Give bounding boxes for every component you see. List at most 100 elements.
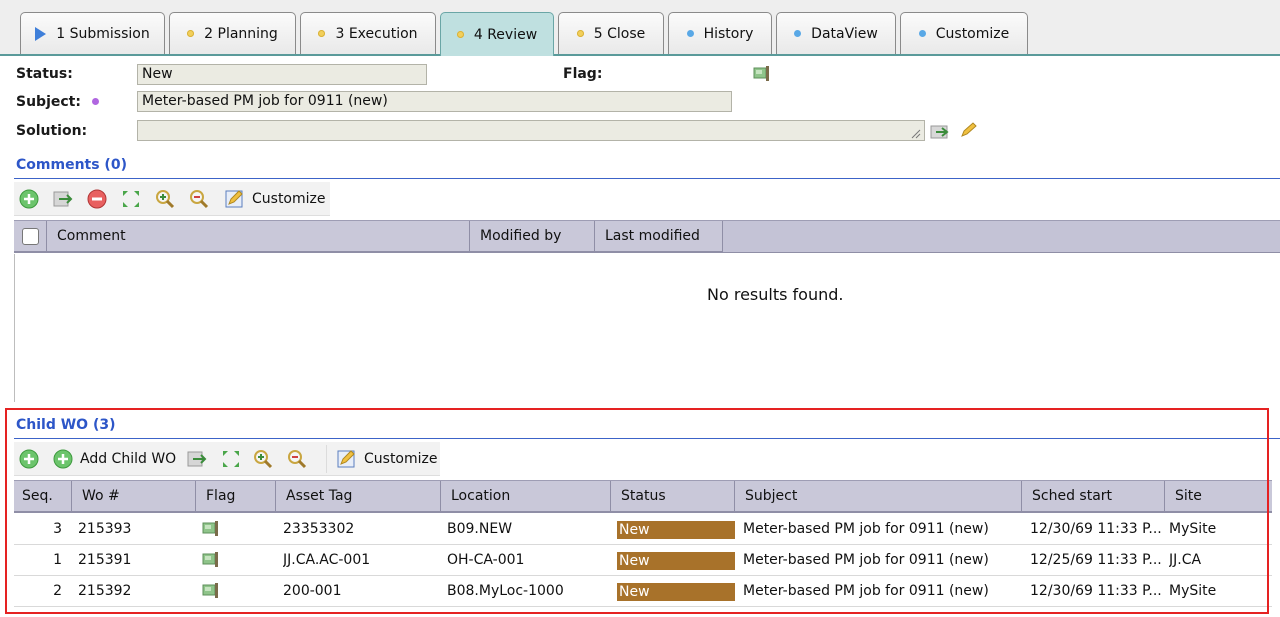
- tab-dataview[interactable]: DataView: [776, 12, 896, 54]
- column-header[interactable]: Location: [441, 481, 611, 512]
- zoom-out-icon[interactable]: [188, 188, 210, 210]
- resize-grip-icon[interactable]: [911, 129, 921, 139]
- flag-icon[interactable]: [202, 521, 220, 536]
- flag-icon[interactable]: [753, 66, 771, 81]
- child-wo-toolbar: Add Child WO Customize: [14, 442, 440, 476]
- no-results-message: No results found.: [707, 285, 844, 304]
- zoom-in-icon[interactable]: [154, 188, 176, 210]
- site-cell: MySite: [1169, 583, 1217, 599]
- seq-cell: 3: [53, 521, 62, 537]
- tab-customize[interactable]: Customize: [900, 12, 1028, 54]
- select-all-cell: [14, 221, 47, 252]
- tab-close[interactable]: 5 Close: [558, 12, 664, 54]
- expand-icon[interactable]: [220, 448, 242, 470]
- status-field[interactable]: New: [137, 64, 427, 85]
- status-dot-icon: [318, 30, 326, 37]
- add-icon[interactable]: [18, 448, 40, 470]
- tab-planning[interactable]: 2 Planning: [169, 12, 296, 54]
- tab-label: 5 Close: [593, 25, 646, 42]
- location-cell: B09.NEW: [447, 521, 513, 537]
- column-header[interactable]: Asset Tag: [276, 481, 441, 512]
- wo-number-cell[interactable]: 215393: [78, 514, 188, 544]
- status-dot-icon: [918, 30, 926, 37]
- column-header[interactable]: Status: [611, 481, 735, 512]
- customize-icon: [225, 190, 243, 208]
- wo-number-cell[interactable]: 215392: [78, 576, 188, 606]
- column-header[interactable]: Site: [1165, 481, 1272, 512]
- child-wo-customize-button[interactable]: Customize: [336, 446, 442, 472]
- solution-field[interactable]: [137, 120, 925, 141]
- tab-label: 3 Execution: [335, 25, 418, 42]
- column-header[interactable]: Last modified: [595, 221, 723, 252]
- status-dot-icon: [187, 30, 195, 37]
- tab-history[interactable]: History: [668, 12, 772, 54]
- customize-icon: [337, 450, 355, 468]
- flag-icon[interactable]: [202, 552, 220, 567]
- add-icon[interactable]: [18, 188, 40, 210]
- status-dot-icon: [794, 30, 802, 37]
- flag-label: Flag:: [563, 66, 603, 82]
- subject-field[interactable]: Meter-based PM job for 0911 (new): [137, 91, 732, 112]
- tab-submission[interactable]: 1 Submission: [20, 12, 165, 54]
- zoom-out-icon[interactable]: [286, 448, 308, 470]
- tab-label: Customize: [935, 25, 1010, 42]
- add-icon: [53, 449, 73, 469]
- table-row[interactable]: 1 215391 JJ.CA.AC-001 OH-CA-001 New Mete…: [14, 545, 1272, 576]
- column-header[interactable]: Flag: [196, 481, 276, 512]
- site-cell: JJ.CA: [1169, 552, 1202, 568]
- comments-grid-header: Comment Modified by Last modified: [14, 220, 1280, 253]
- sched-start-cell: 12/30/69 11:33 P...: [1030, 583, 1162, 599]
- transfer-icon[interactable]: [52, 188, 74, 210]
- location-cell: B08.MyLoc-1000: [447, 583, 564, 599]
- table-row[interactable]: 3 215393 23353302 B09.NEW New Meter-base…: [14, 514, 1272, 545]
- location-cell: OH-CA-001: [447, 552, 525, 568]
- comments-customize-button[interactable]: Customize: [224, 186, 330, 212]
- tab-label: 2 Planning: [204, 25, 278, 42]
- asset-tag-cell: 200-001: [283, 583, 342, 599]
- subject-cell: Meter-based PM job for 0911 (new): [743, 583, 989, 599]
- tab-review[interactable]: 4 Review: [440, 12, 554, 56]
- column-header[interactable]: Subject: [735, 481, 1022, 512]
- transfer-icon[interactable]: [186, 448, 208, 470]
- tab-execution[interactable]: 3 Execution: [300, 12, 436, 54]
- status-label: Status:: [16, 66, 73, 82]
- tab-label: DataView: [811, 25, 878, 42]
- wo-number-cell[interactable]: 215391: [78, 545, 188, 575]
- comments-toolbar: Customize: [14, 182, 330, 216]
- required-dot-icon: [92, 98, 99, 105]
- comments-grid-body: [14, 254, 1280, 402]
- column-header[interactable]: Comment: [47, 221, 470, 252]
- add-child-wo-button[interactable]: Add Child WO: [52, 446, 180, 472]
- sched-start-cell: 12/30/69 11:33 P...: [1030, 521, 1162, 537]
- column-header[interactable]: Seq.: [14, 481, 72, 512]
- remove-icon[interactable]: [86, 188, 108, 210]
- pencil-icon[interactable]: [958, 121, 980, 139]
- seq-cell: 2: [53, 583, 62, 599]
- zoom-in-icon[interactable]: [252, 448, 274, 470]
- section-divider: [14, 438, 1280, 439]
- forward-arrow-icon[interactable]: [930, 123, 952, 141]
- status-dot-icon: [456, 31, 464, 38]
- asset-tag-cell: 23353302: [283, 521, 355, 537]
- expand-icon[interactable]: [120, 188, 142, 210]
- column-header[interactable]: Sched start: [1022, 481, 1165, 512]
- column-header[interactable]: Modified by: [470, 221, 595, 252]
- status-badge: New: [617, 521, 735, 539]
- status-dot-icon: [576, 30, 584, 37]
- tab-label: History: [703, 25, 754, 42]
- child-wo-title: Child WO (3): [16, 417, 116, 433]
- column-header[interactable]: Wo #: [72, 481, 196, 512]
- select-all-checkbox[interactable]: [22, 228, 39, 245]
- subject-label: Subject:: [16, 94, 81, 110]
- customize-label: Customize: [364, 451, 438, 467]
- customize-label: Customize: [252, 191, 326, 207]
- solution-label: Solution:: [16, 123, 88, 139]
- add-child-wo-label: Add Child WO: [80, 451, 177, 467]
- site-cell: MySite: [1169, 521, 1217, 537]
- table-row[interactable]: 2 215392 200-001 B08.MyLoc-1000 New Mete…: [14, 576, 1272, 607]
- flag-icon[interactable]: [202, 583, 220, 598]
- status-badge: New: [617, 583, 735, 601]
- toolbar-separator: [326, 445, 327, 473]
- status-badge: New: [617, 552, 735, 570]
- comments-title: Comments (0): [16, 157, 127, 173]
